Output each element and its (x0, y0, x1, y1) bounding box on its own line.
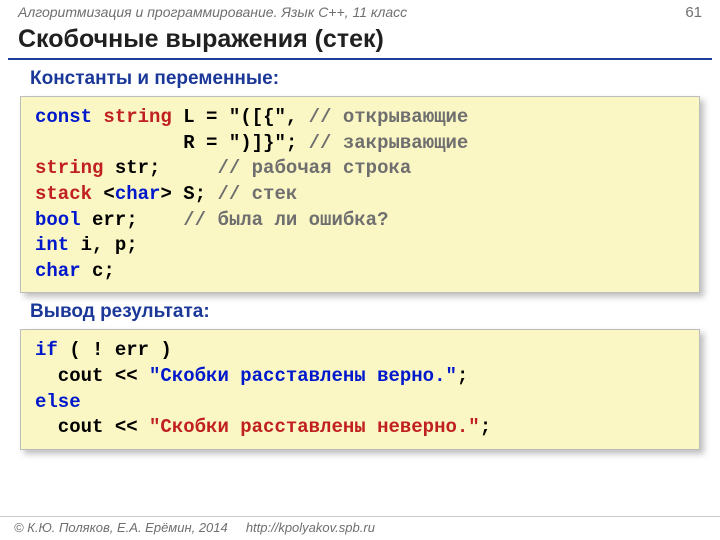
code-text: str; (115, 157, 218, 179)
code-text: ; (457, 365, 468, 387)
kw-stack: stack (35, 183, 92, 205)
code-text: R = ")]}"; (35, 132, 309, 154)
kw-string: string (35, 157, 115, 179)
header-strip: Алгоритмизация и программирование. Язык … (0, 0, 720, 23)
kw-int: int (35, 234, 81, 256)
kw-if: if (35, 339, 58, 361)
kw-else: else (35, 391, 81, 413)
section-output: Вывод результата: (0, 293, 720, 329)
course-label: Алгоритмизация и программирование. Язык … (18, 4, 407, 21)
comment: // закрывающие (309, 132, 469, 154)
code-text: c; (92, 260, 115, 282)
code-text: cout << (35, 365, 149, 387)
comment: // стек (217, 183, 297, 205)
string-literal-error: "Скобки расставлены неверно." (149, 416, 480, 438)
slide-title: Скобочные выражения (стек) (0, 23, 720, 58)
footer: © К.Ю. Поляков, Е.А. Ерёмин, 2014 http:/… (0, 516, 720, 540)
page-number: 61 (685, 4, 702, 21)
comment: // была ли ошибка? (183, 209, 388, 231)
kw-bool: bool (35, 209, 92, 231)
code-text: err; (92, 209, 183, 231)
code-constants: const string L = "([{", // открывающие R… (20, 96, 700, 293)
string-literal: "Скобки расставлены верно." (149, 365, 457, 387)
code-output: if ( ! err ) cout << "Скобки расставлены… (20, 329, 700, 450)
kw-char: char (35, 260, 92, 282)
footer-url: http://kpolyakov.spb.ru (246, 520, 375, 535)
code-text: ( ! err ) (58, 339, 172, 361)
code-text: ; (480, 416, 491, 438)
code-text: > S; (160, 183, 217, 205)
kw-const: const (35, 106, 103, 128)
kw-char: char (115, 183, 161, 205)
code-text: i, p; (81, 234, 138, 256)
code-text: cout << (35, 416, 149, 438)
kw-string: string (103, 106, 183, 128)
code-text: L = "([{", (183, 106, 308, 128)
comment: // рабочая строка (217, 157, 411, 179)
comment: // открывающие (309, 106, 469, 128)
section-consts: Константы и переменные: (0, 60, 720, 96)
footer-authors: © К.Ю. Поляков, Е.А. Ерёмин, 2014 (14, 520, 228, 535)
code-text: < (92, 183, 115, 205)
